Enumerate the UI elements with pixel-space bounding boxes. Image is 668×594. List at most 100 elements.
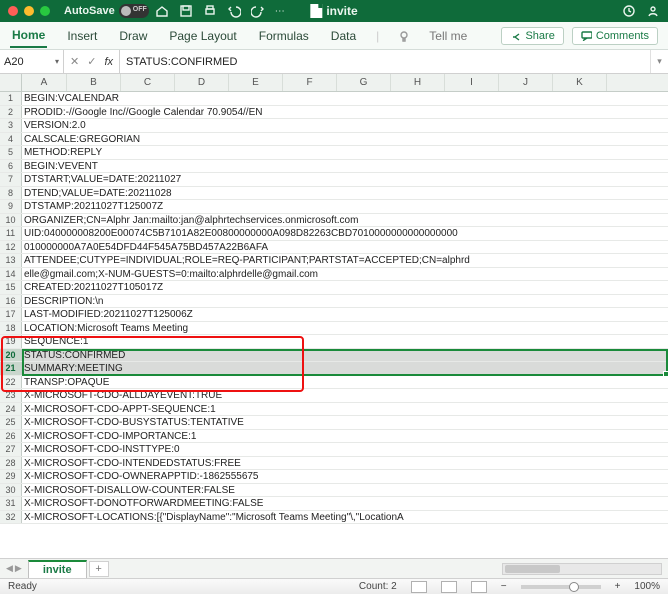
zoom-out-button[interactable]: −	[501, 581, 507, 592]
select-all-corner[interactable]	[0, 74, 22, 91]
cell[interactable]: X-MICROSOFT-CDO-ALLDAYEVENT:TRUE	[22, 389, 668, 402]
cell[interactable]: X-MICROSOFT-CDO-BUSYSTATUS:TENTATIVE	[22, 416, 668, 429]
fx-icon[interactable]: fx	[104, 56, 113, 68]
row-number[interactable]: 28	[0, 457, 22, 470]
cell[interactable]: DESCRIPTION:\n	[22, 295, 668, 308]
redo-icon[interactable]	[251, 4, 265, 18]
column-header[interactable]: J	[499, 74, 553, 91]
column-header[interactable]: D	[175, 74, 229, 91]
horizontal-scrollbar[interactable]	[502, 563, 662, 575]
row-number[interactable]: 1	[0, 92, 22, 105]
table-row[interactable]: 1BEGIN:VCALENDAR	[0, 92, 668, 106]
comments-button[interactable]: Comments	[572, 27, 658, 45]
row-number[interactable]: 4	[0, 133, 22, 146]
cell[interactable]: VERSION:2.0	[22, 119, 668, 132]
sheet-nav-prev-icon[interactable]: ◀	[6, 563, 13, 574]
cell[interactable]: LAST-MODIFIED:20211027T125006Z	[22, 308, 668, 321]
column-header[interactable]: B	[67, 74, 121, 91]
sheet-nav-next-icon[interactable]: ▶	[15, 563, 22, 574]
minimize-window-icon[interactable]	[24, 6, 34, 16]
enter-formula-icon[interactable]: ✓	[87, 55, 96, 68]
add-sheet-button[interactable]: +	[89, 561, 109, 577]
cell[interactable]: elle@gmail.com;X-NUM-GUESTS=0:mailto:alp…	[22, 268, 668, 281]
cell[interactable]: UID:040000008200E00074C5B7101A82E0080000…	[22, 227, 668, 240]
formula-bar-input[interactable]: STATUS:CONFIRMED	[120, 50, 650, 73]
cell[interactable]: BEGIN:VEVENT	[22, 160, 668, 173]
cell[interactable]: DTSTART;VALUE=DATE:20211027	[22, 173, 668, 186]
tab-page-layout[interactable]: Page Layout	[167, 25, 238, 47]
column-header[interactable]: K	[553, 74, 607, 91]
table-row[interactable]: 10ORGANIZER;CN=Alphr Jan:mailto:jan@alph…	[0, 214, 668, 228]
table-row[interactable]: 28X-MICROSOFT-CDO-INTENDEDSTATUS:FREE	[0, 457, 668, 471]
column-header[interactable]: I	[445, 74, 499, 91]
cell[interactable]: LOCATION:Microsoft Teams Meeting	[22, 322, 668, 335]
zoom-slider-knob[interactable]	[569, 582, 579, 592]
cell[interactable]: DTSTAMP:20211027T125007Z	[22, 200, 668, 213]
row-number[interactable]: 27	[0, 443, 22, 456]
row-number[interactable]: 18	[0, 322, 22, 335]
cell[interactable]: SUMMARY:MEETING	[22, 362, 668, 375]
cell[interactable]: 010000000A7A0E54DFD44F545A75BD457A22B6AF…	[22, 241, 668, 254]
row-number[interactable]: 10	[0, 214, 22, 227]
table-row[interactable]: 18LOCATION:Microsoft Teams Meeting	[0, 322, 668, 336]
cell[interactable]: X-MICROSOFT-DONOTFORWARDMEETING:FALSE	[22, 497, 668, 510]
row-number[interactable]: 29	[0, 470, 22, 483]
table-row[interactable]: 12 010000000A7A0E54DFD44F545A75BD457A22B…	[0, 241, 668, 255]
row-number[interactable]: 25	[0, 416, 22, 429]
table-row[interactable]: 2PRODID:-//Google Inc//Google Calendar 7…	[0, 106, 668, 120]
home-icon[interactable]	[155, 4, 169, 18]
tab-draw[interactable]: Draw	[117, 25, 149, 47]
table-row[interactable]: 32X-MICROSOFT-LOCATIONS:[{"DisplayName":…	[0, 511, 668, 525]
cell[interactable]: METHOD:REPLY	[22, 146, 668, 159]
row-number[interactable]: 14	[0, 268, 22, 281]
cell[interactable]: X-MICROSOFT-CDO-IMPORTANCE:1	[22, 430, 668, 443]
zoom-in-button[interactable]: +	[615, 581, 621, 592]
table-row[interactable]: 7DTSTART;VALUE=DATE:20211027	[0, 173, 668, 187]
column-header[interactable]: F	[283, 74, 337, 91]
table-row[interactable]: 13ATTENDEE;CUTYPE=INDIVIDUAL;ROLE=REQ-PA…	[0, 254, 668, 268]
row-number[interactable]: 17	[0, 308, 22, 321]
row-number[interactable]: 26	[0, 430, 22, 443]
tell-me-search[interactable]: Tell me	[429, 29, 467, 43]
cell[interactable]: X-MICROSOFT-CDO-APPT-SEQUENCE:1	[22, 403, 668, 416]
sync-icon[interactable]	[622, 4, 636, 18]
tab-formulas[interactable]: Formulas	[257, 25, 311, 47]
table-row[interactable]: 30X-MICROSOFT-DISALLOW-COUNTER:FALSE	[0, 484, 668, 498]
row-number[interactable]: 24	[0, 403, 22, 416]
print-icon[interactable]	[203, 4, 217, 18]
name-box-dropdown-icon[interactable]: ▾	[55, 57, 59, 66]
row-number[interactable]: 31	[0, 497, 22, 510]
autosave-switch-off[interactable]: OFF	[119, 4, 149, 18]
column-header[interactable]: A	[22, 74, 67, 91]
cell[interactable]: X-MICROSOFT-DISALLOW-COUNTER:FALSE	[22, 484, 668, 497]
cell[interactable]: STATUS:CONFIRMED	[22, 349, 668, 362]
zoom-slider[interactable]	[521, 585, 601, 589]
table-row[interactable]: 3VERSION:2.0	[0, 119, 668, 133]
maximize-window-icon[interactable]	[40, 6, 50, 16]
row-number[interactable]: 19	[0, 335, 22, 348]
table-row[interactable]: 5METHOD:REPLY	[0, 146, 668, 160]
column-header[interactable]: C	[121, 74, 175, 91]
table-row[interactable]: 9DTSTAMP:20211027T125007Z	[0, 200, 668, 214]
table-row[interactable]: 19SEQUENCE:1	[0, 335, 668, 349]
table-row[interactable]: 4CALSCALE:GREGORIAN	[0, 133, 668, 147]
table-row[interactable]: 31X-MICROSOFT-DONOTFORWARDMEETING:FALSE	[0, 497, 668, 511]
cell[interactable]: CREATED:20211027T105017Z	[22, 281, 668, 294]
row-number[interactable]: 7	[0, 173, 22, 186]
table-row[interactable]: 23X-MICROSOFT-CDO-ALLDAYEVENT:TRUE	[0, 389, 668, 403]
row-number[interactable]: 11	[0, 227, 22, 240]
tab-home[interactable]: Home	[10, 24, 47, 48]
row-number[interactable]: 8	[0, 187, 22, 200]
table-row[interactable]: 17LAST-MODIFIED:20211027T125006Z	[0, 308, 668, 322]
cell[interactable]: X-MICROSOFT-CDO-INTENDEDSTATUS:FREE	[22, 457, 668, 470]
zoom-percent[interactable]: 100%	[634, 581, 660, 592]
table-row[interactable]: 8DTEND;VALUE=DATE:20211028	[0, 187, 668, 201]
table-row[interactable]: 14 elle@gmail.com;X-NUM-GUESTS=0:mailto:…	[0, 268, 668, 282]
table-row[interactable]: 6BEGIN:VEVENT	[0, 160, 668, 174]
table-row[interactable]: 21SUMMARY:MEETING	[0, 362, 668, 376]
table-row[interactable]: 26X-MICROSOFT-CDO-IMPORTANCE:1	[0, 430, 668, 444]
cell[interactable]: ATTENDEE;CUTYPE=INDIVIDUAL;ROLE=REQ-PART…	[22, 254, 668, 267]
tab-data[interactable]: Data	[329, 25, 358, 47]
view-normal-button[interactable]	[411, 581, 427, 593]
close-window-icon[interactable]	[8, 6, 18, 16]
